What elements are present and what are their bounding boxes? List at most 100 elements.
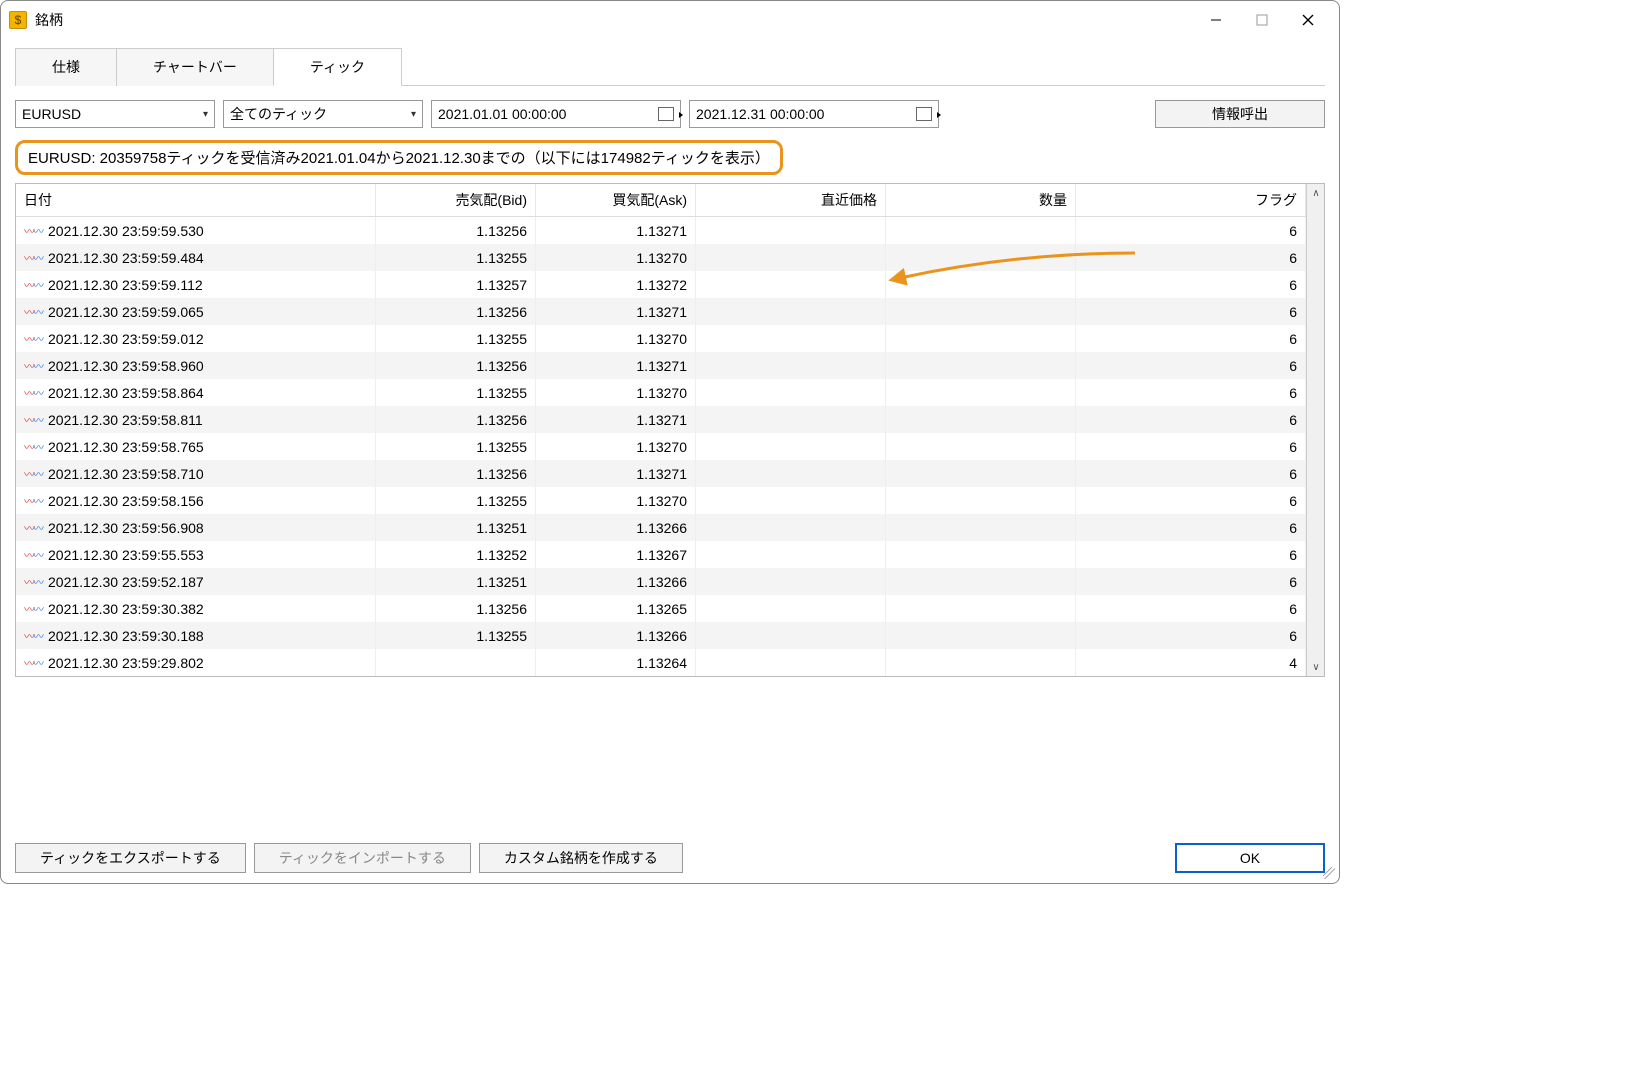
cell-last [696, 595, 886, 622]
cell-date: 〰〰2021.12.30 23:59:58.156 [16, 487, 376, 514]
cell-last [696, 217, 886, 244]
cell-ask: 1.13270 [536, 433, 696, 460]
cell-date: 〰〰2021.12.30 23:59:58.765 [16, 433, 376, 460]
table-row[interactable]: 〰〰2021.12.30 23:59:58.9601.132561.132716 [16, 352, 1306, 379]
tick-type-select[interactable]: 全てのティック ▾ [223, 100, 423, 128]
tick-type-value: 全てのティック [230, 104, 327, 124]
table-row[interactable]: 〰〰2021.12.30 23:59:29.8021.132644 [16, 649, 1306, 676]
tab-ticks[interactable]: ティック [273, 48, 402, 86]
cell-date: 〰〰2021.12.30 23:59:58.960 [16, 352, 376, 379]
table-row[interactable]: 〰〰2021.12.30 23:59:59.5301.132561.132716 [16, 217, 1306, 244]
calendar-icon [658, 107, 674, 121]
cell-volume [886, 352, 1076, 379]
cell-flag: 6 [1076, 217, 1306, 244]
cell-ask: 1.13270 [536, 487, 696, 514]
symbol-select[interactable]: EURUSD ▾ [15, 100, 215, 128]
chevron-down-icon: ▾ [411, 109, 416, 120]
wave-icon: 〰〰 [24, 304, 42, 320]
cell-flag: 6 [1076, 379, 1306, 406]
cell-ask: 1.13266 [536, 568, 696, 595]
cell-ask: 1.13271 [536, 352, 696, 379]
titlebar[interactable]: $ 銘柄 [1, 1, 1339, 39]
col-date-header[interactable]: 日付 [16, 184, 376, 216]
cell-last [696, 406, 886, 433]
cell-date: 〰〰2021.12.30 23:59:52.187 [16, 568, 376, 595]
wave-icon: 〰〰 [24, 358, 42, 374]
cell-ask: 1.13267 [536, 541, 696, 568]
table-row[interactable]: 〰〰2021.12.30 23:59:59.1121.132571.132726 [16, 271, 1306, 298]
date-from-input[interactable]: 2021.01.01 00:00:00 [431, 100, 681, 128]
wave-icon: 〰〰 [24, 520, 42, 536]
tab-chart-bar[interactable]: チャートバー [116, 48, 274, 86]
cell-flag: 6 [1076, 406, 1306, 433]
resize-grip[interactable] [1323, 867, 1335, 879]
cell-flag: 6 [1076, 568, 1306, 595]
col-last-header[interactable]: 直近価格 [696, 184, 886, 216]
cell-bid: 1.13251 [376, 568, 536, 595]
cell-bid: 1.13255 [376, 379, 536, 406]
cell-volume [886, 622, 1076, 649]
cell-bid: 1.13256 [376, 298, 536, 325]
cell-bid: 1.13255 [376, 325, 536, 352]
cell-flag: 6 [1076, 514, 1306, 541]
table-row[interactable]: 〰〰2021.12.30 23:59:30.3821.132561.132656 [16, 595, 1306, 622]
cell-ask: 1.13272 [536, 271, 696, 298]
maximize-button[interactable] [1239, 5, 1285, 35]
table-row[interactable]: 〰〰2021.12.30 23:59:58.1561.132551.132706 [16, 487, 1306, 514]
table-row[interactable]: 〰〰2021.12.30 23:59:59.0651.132561.132716 [16, 298, 1306, 325]
cell-ask: 1.13271 [536, 460, 696, 487]
date-to-value: 2021.12.31 00:00:00 [696, 106, 824, 122]
table-row[interactable]: 〰〰2021.12.30 23:59:58.7651.132551.132706 [16, 433, 1306, 460]
table-row[interactable]: 〰〰2021.12.30 23:59:56.9081.132511.132666 [16, 514, 1306, 541]
wave-icon: 〰〰 [24, 655, 42, 671]
cell-ask: 1.13271 [536, 406, 696, 433]
close-button[interactable] [1285, 5, 1331, 35]
scroll-up-icon[interactable]: ∧ [1307, 184, 1325, 202]
date-from-value: 2021.01.01 00:00:00 [438, 106, 566, 122]
filter-row: EURUSD ▾ 全てのティック ▾ 2021.01.01 00:00:00 2… [15, 100, 1325, 128]
cell-volume [886, 325, 1076, 352]
wave-icon: 〰〰 [24, 385, 42, 401]
table-row[interactable]: 〰〰2021.12.30 23:59:58.7101.132561.132716 [16, 460, 1306, 487]
cell-volume [886, 244, 1076, 271]
cell-volume [886, 379, 1076, 406]
table-row[interactable]: 〰〰2021.12.30 23:59:55.5531.132521.132676 [16, 541, 1306, 568]
ok-button[interactable]: OK [1175, 843, 1325, 873]
table-row[interactable]: 〰〰2021.12.30 23:59:58.8641.132551.132706 [16, 379, 1306, 406]
chevron-down-icon: ▾ [203, 109, 208, 120]
table-row[interactable]: 〰〰2021.12.30 23:59:58.8111.132561.132716 [16, 406, 1306, 433]
cell-volume [886, 406, 1076, 433]
cell-volume [886, 433, 1076, 460]
cell-last [696, 244, 886, 271]
create-custom-symbol-button[interactable]: カスタム銘柄を作成する [479, 843, 683, 873]
app-icon: $ [9, 11, 27, 29]
symbols-dialog: $ 銘柄 仕様 チャートバー ティック EURUSD ▾ 全てのティック ▾ 2… [0, 0, 1340, 884]
col-ask-header[interactable]: 買気配(Ask) [536, 184, 696, 216]
cell-date: 〰〰2021.12.30 23:59:55.553 [16, 541, 376, 568]
cell-flag: 6 [1076, 352, 1306, 379]
cell-ask: 1.13264 [536, 649, 696, 676]
col-flag-header[interactable]: フラグ [1076, 184, 1306, 216]
ticks-table: 日付 売気配(Bid) 買気配(Ask) 直近価格 数量 フラグ 〰〰2021.… [15, 183, 1325, 677]
cell-flag: 6 [1076, 433, 1306, 460]
col-bid-header[interactable]: 売気配(Bid) [376, 184, 536, 216]
symbol-select-value: EURUSD [22, 106, 81, 122]
col-volume-header[interactable]: 数量 [886, 184, 1076, 216]
wave-icon: 〰〰 [24, 466, 42, 482]
vertical-scrollbar[interactable]: ∧ ∨ [1306, 184, 1324, 676]
date-to-input[interactable]: 2021.12.31 00:00:00 [689, 100, 939, 128]
wave-icon: 〰〰 [24, 412, 42, 428]
cell-flag: 6 [1076, 460, 1306, 487]
cell-ask: 1.13271 [536, 217, 696, 244]
table-row[interactable]: 〰〰2021.12.30 23:59:59.4841.132551.132706 [16, 244, 1306, 271]
table-row[interactable]: 〰〰2021.12.30 23:59:52.1871.132511.13266 6 [16, 568, 1306, 595]
table-row[interactable]: 〰〰2021.12.30 23:59:59.0121.132551.132706 [16, 325, 1306, 352]
table-row[interactable]: 〰〰2021.12.30 23:59:30.1881.132551.132666 [16, 622, 1306, 649]
export-ticks-button[interactable]: ティックをエクスポートする [15, 843, 246, 873]
scroll-down-icon[interactable]: ∨ [1307, 658, 1325, 676]
cell-flag: 6 [1076, 298, 1306, 325]
tab-specifications[interactable]: 仕様 [15, 48, 117, 86]
request-info-button[interactable]: 情報呼出 [1155, 100, 1325, 128]
cell-flag: 6 [1076, 271, 1306, 298]
minimize-button[interactable] [1193, 5, 1239, 35]
